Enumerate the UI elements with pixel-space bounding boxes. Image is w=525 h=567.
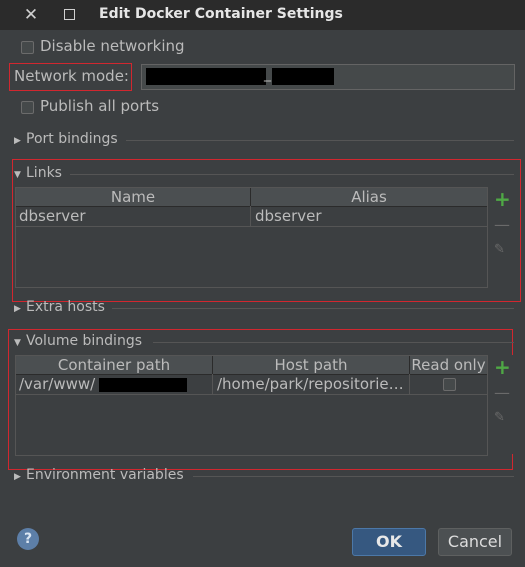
maximize-icon[interactable]	[64, 9, 75, 20]
section-volume-bindings-label: Volume bindings	[26, 333, 142, 349]
section-extra-hosts-label: Extra hosts	[26, 299, 105, 315]
chevron-down-icon: ▼	[14, 338, 21, 348]
separator	[70, 174, 514, 175]
container-path-text: /var/www/	[19, 375, 96, 393]
chevron-right-icon: ▶	[14, 136, 21, 146]
edit-icon[interactable]: ✎	[494, 243, 505, 257]
volume-bindings-table: Container path Host path Read only /var/…	[15, 355, 488, 456]
volume-column-host-path[interactable]: Host path	[213, 356, 410, 375]
volume-cell-read-only	[410, 374, 487, 394]
help-icon[interactable]: ?	[17, 528, 39, 550]
volume-column-read-only[interactable]: Read only	[410, 356, 487, 375]
links-column-alias[interactable]: Alias	[251, 188, 487, 207]
disable-networking-label: Disable networking	[40, 37, 185, 55]
row-divider	[16, 226, 487, 227]
disable-networking-checkbox[interactable]	[21, 41, 34, 54]
section-port-bindings[interactable]: ▶ Port bindings	[14, 131, 118, 147]
ok-button[interactable]: OK	[352, 528, 426, 556]
volume-cell-host-path[interactable]: /home/park/repositorie…	[217, 374, 410, 394]
add-icon[interactable]: +	[494, 357, 511, 377]
section-port-bindings-label: Port bindings	[26, 131, 118, 147]
title-bar: ✕ Edit Docker Container Settings	[0, 0, 525, 30]
separator	[112, 308, 514, 309]
section-links-label: Links	[26, 165, 62, 181]
redacted-block	[99, 378, 187, 392]
add-icon[interactable]: +	[494, 189, 511, 209]
network-mode-value: _	[264, 66, 271, 82]
network-mode-field[interactable]: _	[141, 64, 515, 90]
separator	[153, 342, 514, 343]
links-column-name[interactable]: Name	[16, 188, 251, 207]
network-mode-label: Network mode:	[14, 67, 129, 85]
read-only-checkbox[interactable]	[443, 378, 456, 391]
redacted-block	[146, 68, 266, 85]
chevron-down-icon: ▼	[14, 170, 21, 180]
cancel-button[interactable]: Cancel	[438, 528, 512, 556]
remove-icon[interactable]: —	[494, 385, 510, 401]
links-cell-name[interactable]: dbserver	[19, 206, 251, 226]
section-environment-variables-label: Environment variables	[26, 467, 184, 483]
volume-column-container-path[interactable]: Container path	[16, 356, 213, 375]
volume-bindings-toolbar: + — ✎	[487, 355, 514, 454]
separator	[126, 140, 514, 141]
section-links[interactable]: ▼ Links	[14, 165, 62, 181]
section-environment-variables[interactable]: ▶ Environment variables	[14, 467, 184, 483]
links-table: Name Alias dbserver dbserver	[15, 187, 488, 288]
links-toolbar: + — ✎	[487, 187, 514, 286]
window-title: Edit Docker Container Settings	[99, 6, 343, 22]
edit-icon[interactable]: ✎	[494, 411, 505, 425]
close-icon[interactable]: ✕	[22, 6, 40, 24]
chevron-right-icon: ▶	[14, 304, 21, 314]
chevron-right-icon: ▶	[14, 472, 21, 482]
publish-all-ports-label: Publish all ports	[40, 97, 160, 115]
remove-icon[interactable]: —	[494, 217, 510, 233]
section-volume-bindings[interactable]: ▼ Volume bindings	[14, 333, 142, 349]
links-cell-alias[interactable]: dbserver	[255, 206, 485, 226]
redacted-block	[272, 68, 334, 85]
section-extra-hosts[interactable]: ▶ Extra hosts	[14, 299, 105, 315]
row-divider	[16, 394, 487, 395]
separator	[193, 476, 514, 477]
publish-all-ports-checkbox[interactable]	[21, 101, 34, 114]
